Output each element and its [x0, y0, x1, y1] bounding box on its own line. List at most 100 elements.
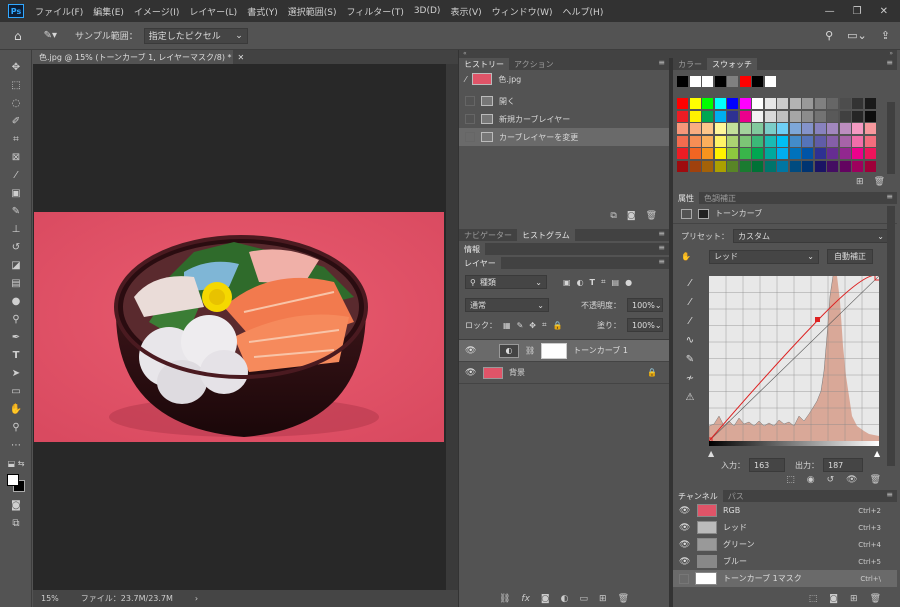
swatch[interactable] — [677, 123, 688, 134]
channel-row[interactable]: 👁 RGB Ctrl+2 — [673, 502, 897, 519]
swatch[interactable] — [864, 160, 876, 172]
tab-layers[interactable]: レイヤー — [459, 257, 501, 269]
swatch[interactable] — [702, 98, 713, 109]
quick-mask-icon[interactable]: ◙ — [0, 496, 32, 514]
swatch[interactable] — [839, 110, 851, 122]
link-layers-icon[interactable]: ⛓ — [499, 594, 510, 604]
history-source-box[interactable] — [465, 114, 475, 124]
swatch[interactable] — [814, 123, 826, 134]
eye-icon[interactable]: 👁 — [465, 346, 477, 356]
swatch[interactable] — [827, 160, 838, 172]
clip-to-layer-icon[interactable]: ⬚ — [786, 475, 795, 485]
swatch[interactable] — [752, 123, 763, 134]
swatch[interactable] — [764, 148, 776, 159]
eyedropper-tool-preset-icon[interactable]: ✎▾ — [44, 30, 57, 41]
type-tool-icon[interactable]: T — [0, 346, 32, 364]
sample-white-eyedropper-icon[interactable]: ⁄ — [689, 316, 691, 327]
swatch[interactable] — [752, 110, 763, 122]
tab-navigator[interactable]: ナビゲーター — [459, 229, 517, 241]
swatch[interactable] — [677, 135, 688, 147]
swatch[interactable] — [739, 123, 751, 134]
eye-icon[interactable]: 👁 — [679, 557, 691, 567]
new-document-from-state-icon[interactable]: ⧉ — [610, 211, 616, 221]
reset-icon[interactable]: ↺ — [827, 475, 835, 485]
history-item[interactable]: カーブレイヤーを変更 — [459, 128, 669, 146]
swatch[interactable] — [839, 98, 851, 109]
swatch[interactable] — [714, 135, 726, 147]
swatch[interactable] — [789, 98, 801, 109]
close-button[interactable]: ✕ — [880, 6, 888, 17]
swatch[interactable] — [777, 98, 788, 109]
visibility-box[interactable] — [679, 573, 689, 584]
fill-field[interactable]: 100% ⌄ — [627, 318, 663, 332]
swatch[interactable] — [827, 135, 838, 147]
history-source-box[interactable] — [465, 132, 475, 142]
history-item[interactable]: 開く — [459, 92, 669, 110]
swatch[interactable] — [802, 123, 813, 134]
eye-icon[interactable]: 👁 — [679, 506, 691, 516]
layer-mask-thumbnail[interactable] — [541, 342, 568, 359]
channel-row[interactable]: 👁 グリーン Ctrl+4 — [673, 536, 897, 553]
panel-menu-icon[interactable]: ≡ — [882, 58, 897, 70]
panel-menu-icon[interactable]: ≡ — [654, 257, 669, 269]
lock-image-icon[interactable]: ✎ — [517, 321, 524, 330]
swatch[interactable] — [752, 98, 763, 109]
frame-tool-icon[interactable]: ⊠ — [0, 148, 32, 166]
save-selection-icon[interactable]: ◙ — [829, 594, 838, 604]
tab-history[interactable]: ヒストリー — [459, 58, 509, 70]
swatch[interactable] — [689, 135, 701, 147]
swatch[interactable] — [852, 110, 863, 122]
channel-row[interactable]: トーンカーブ 1マスク Ctrl+\ — [673, 570, 897, 587]
pixel-filter-icon[interactable]: ▣ — [563, 278, 571, 287]
swatch[interactable] — [789, 123, 801, 134]
sample-gray-eyedropper-icon[interactable]: ⁄ — [689, 297, 691, 308]
filter-toggle-icon[interactable]: ● — [625, 278, 632, 287]
swatch[interactable] — [764, 98, 776, 109]
targeted-adjustment-icon[interactable]: ✋ — [681, 252, 701, 261]
swatch[interactable] — [689, 123, 701, 134]
add-mask-icon[interactable]: ◙ — [541, 594, 550, 604]
auto-button[interactable]: 自動補正 — [827, 249, 873, 264]
trash-icon[interactable]: 🗑 — [646, 211, 657, 221]
swatch[interactable] — [827, 98, 838, 109]
recent-swatch[interactable] — [752, 76, 763, 87]
swatch[interactable] — [714, 148, 726, 159]
menu-layer[interactable]: レイヤー(L) — [184, 5, 242, 18]
swatch[interactable] — [689, 110, 701, 122]
swatch[interactable] — [814, 148, 826, 159]
tab-properties[interactable]: 属性 — [673, 192, 699, 204]
black-point-slider[interactable]: ▲ — [708, 449, 714, 458]
swatch[interactable] — [714, 110, 726, 122]
trash-icon[interactable]: 🗑 — [618, 594, 629, 604]
menu-file[interactable]: ファイル(F) — [30, 5, 88, 18]
screen-mode-icon[interactable]: ⧉ — [0, 514, 32, 532]
swatch[interactable] — [764, 135, 776, 147]
swatch[interactable] — [839, 160, 851, 172]
swatch[interactable] — [789, 110, 801, 122]
collapse-left-icon[interactable]: « — [463, 50, 467, 58]
history-brush-source-icon[interactable]: ⁄ — [465, 75, 466, 84]
swatch[interactable] — [739, 148, 751, 159]
panel-menu-icon[interactable]: ≡ — [882, 490, 897, 502]
channel-row[interactable]: 👁 レッド Ctrl+3 — [673, 519, 897, 536]
swatch[interactable] — [777, 160, 788, 172]
menu-image[interactable]: イメージ(I) — [129, 5, 185, 18]
swatch[interactable] — [864, 110, 876, 122]
eye-icon[interactable]: 👁 — [465, 368, 477, 378]
crop-tool-icon[interactable]: ⌗ — [0, 130, 32, 148]
panel-menu-icon[interactable]: ≡ — [654, 243, 669, 255]
lasso-tool-icon[interactable]: ◌ — [0, 94, 32, 112]
home-icon[interactable]: ⌂ — [14, 29, 22, 43]
zoom-level[interactable]: 15% — [41, 594, 59, 603]
swatch[interactable] — [852, 148, 863, 159]
swatch[interactable] — [839, 123, 851, 134]
panel-menu-icon[interactable]: ≡ — [654, 58, 669, 70]
swatch[interactable] — [702, 135, 713, 147]
menu-help[interactable]: ヘルプ(H) — [558, 5, 609, 18]
swatch[interactable] — [739, 110, 751, 122]
swatch[interactable] — [714, 123, 726, 134]
swatch[interactable] — [839, 135, 851, 147]
eraser-tool-icon[interactable]: ◪ — [0, 256, 32, 274]
panel-menu-icon[interactable]: ≡ — [654, 229, 669, 241]
view-previous-state-icon[interactable]: ◉ — [807, 475, 815, 485]
